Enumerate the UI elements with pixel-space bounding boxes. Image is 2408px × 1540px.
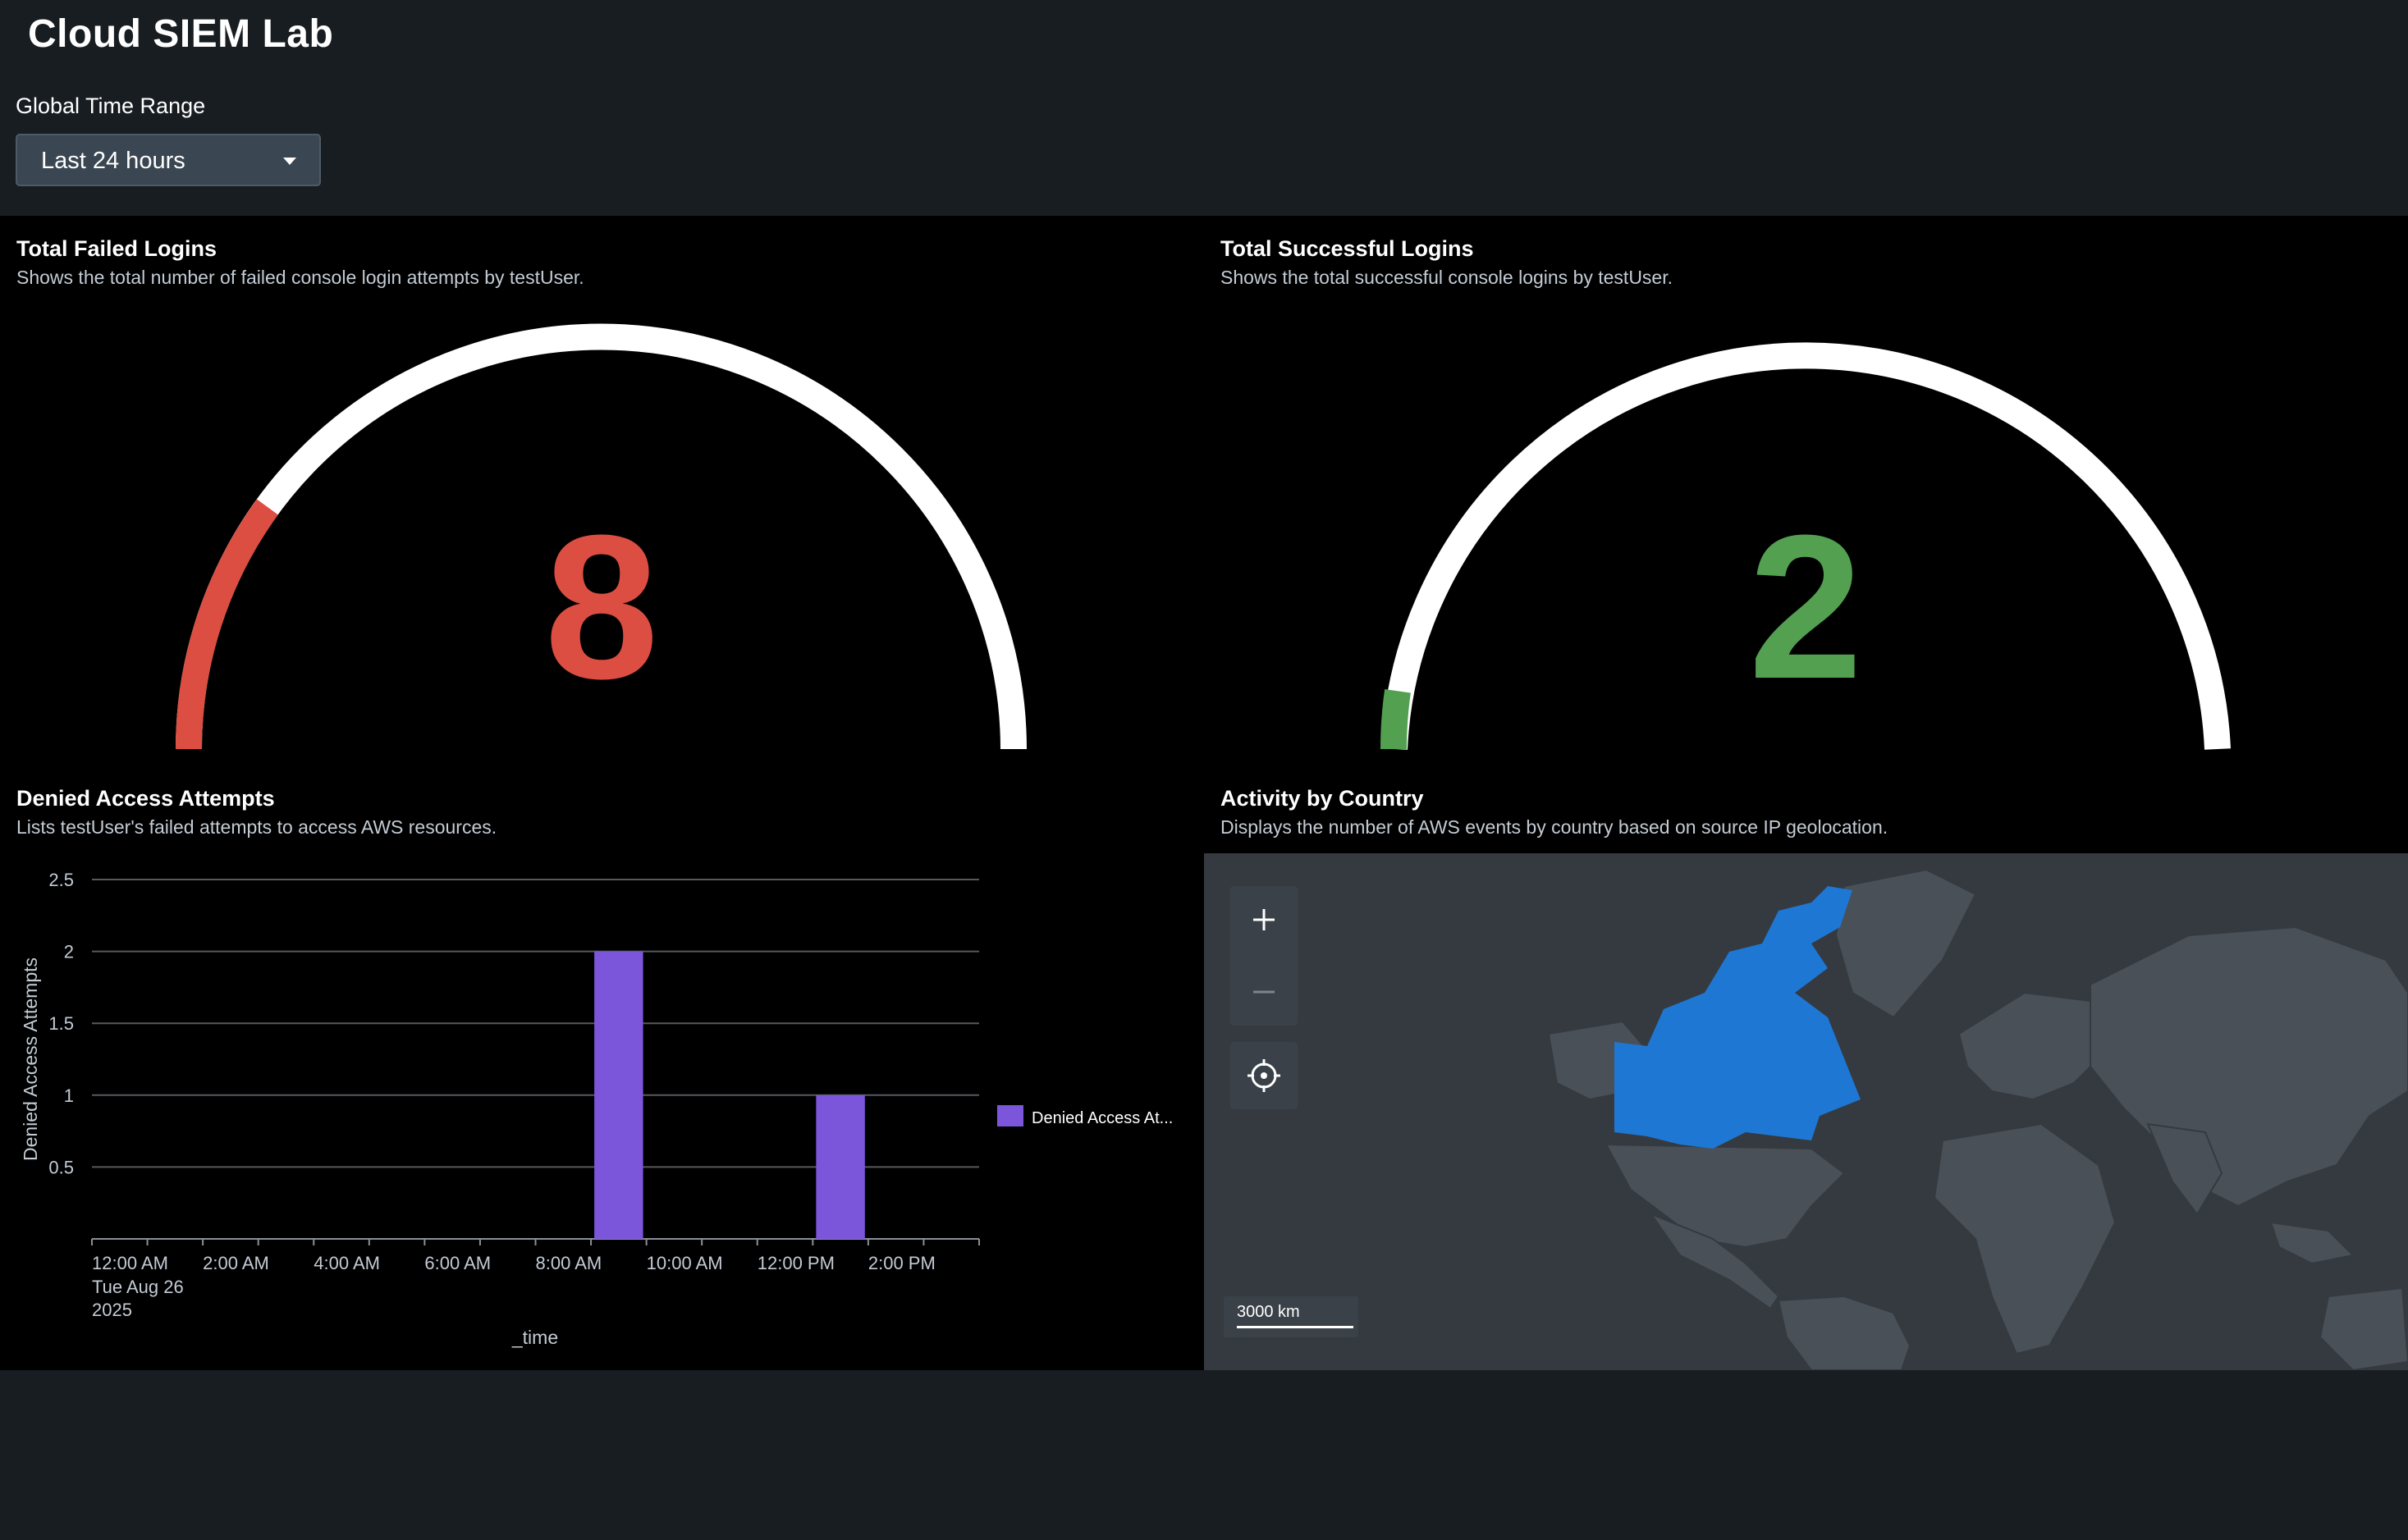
dashboard-header: Cloud SIEM Lab Global Time Range Last 24…	[0, 0, 2408, 216]
x-tick-label: 12:00 AM	[92, 1253, 168, 1273]
map-land-asia	[2090, 925, 2408, 1208]
panel-description: Lists testUser's failed attempts to acce…	[16, 816, 497, 838]
zoom-out-button[interactable]	[1230, 958, 1298, 1026]
map-land-usa	[1605, 1143, 1846, 1249]
failed-logins-panel: Total Failed Logins Shows the total numb…	[0, 216, 1204, 767]
map-zoom-controls	[1230, 886, 1298, 1026]
activity-country-panel: Activity by Country Displays the number …	[1204, 767, 2408, 1370]
time-range-label: Global Time Range	[16, 94, 206, 118]
map-country-canada	[1614, 886, 1861, 1149]
x-tick-label: 12:00 PM	[758, 1253, 835, 1273]
denied-access-panel: Denied Access Attempts Lists testUser's …	[0, 767, 1204, 1370]
map-land-africa	[1933, 1122, 2117, 1355]
panel-title: Denied Access Attempts	[16, 786, 275, 811]
map-land-south-america	[1777, 1295, 1911, 1370]
y-tick-label: 2.5	[48, 870, 74, 890]
zoom-in-button[interactable]	[1230, 886, 1298, 953]
x-tick-label: 4:00 AM	[314, 1253, 380, 1273]
successful-logins-value: 2	[1748, 492, 1863, 721]
y-tick-label: 0.5	[48, 1157, 74, 1177]
world-map-svg	[1547, 868, 2408, 1370]
failed-logins-value: 8	[544, 492, 659, 721]
time-range-value: Last 24 hours	[41, 148, 185, 174]
y-axis-label: Denied Access Attempts	[20, 957, 41, 1161]
minus-icon	[1253, 990, 1275, 994]
chevron-down-icon	[283, 158, 296, 165]
crosshair-icon	[1247, 1059, 1280, 1092]
map-land-australia	[2319, 1286, 2408, 1370]
locate-button[interactable]	[1230, 1042, 1298, 1109]
legend-label: Denied Access At...	[1032, 1109, 1173, 1127]
y-tick-label: 1	[64, 1085, 74, 1106]
empty-dashboard-area	[0, 1370, 2408, 1540]
x-tick-label: 2:00 AM	[203, 1253, 269, 1273]
map-scale: 3000 km	[1224, 1296, 1358, 1337]
plus-icon	[1253, 909, 1275, 930]
map-scale-bar	[1237, 1326, 1353, 1328]
map-land-greenland	[1834, 868, 1977, 1019]
world-map[interactable]: 3000 km	[1204, 853, 2408, 1370]
x-tick-label: 10:00 AM	[647, 1253, 723, 1273]
legend-swatch	[997, 1105, 1023, 1126]
x-tick-label: 6:00 AM	[424, 1253, 491, 1273]
dashboard-title: Cloud SIEM Lab	[28, 12, 334, 56]
map-scale-label: 3000 km	[1237, 1303, 1300, 1321]
time-range-dropdown[interactable]: Last 24 hours	[16, 134, 321, 186]
panel-title: Activity by Country	[1220, 786, 1424, 811]
map-land-se-asia	[2269, 1221, 2355, 1265]
x-tick-sublabel: 2025	[92, 1300, 132, 1320]
x-axis-label: _time	[511, 1327, 558, 1348]
y-tick-label: 1.5	[48, 1013, 74, 1034]
bar	[816, 1094, 865, 1239]
x-tick-sublabel: Tue Aug 26	[92, 1277, 184, 1297]
x-tick-label: 8:00 AM	[536, 1253, 602, 1273]
x-tick-label: 2:00 PM	[868, 1253, 936, 1273]
bar	[594, 951, 643, 1239]
denied-access-chart: 0.5 1 1.5 2 2.5 12:00 AM 2:00 AM 4:00 AM 6:00 AM…	[20, 870, 1173, 1348]
y-tick-label: 2	[64, 942, 74, 962]
map-land-europe	[1957, 991, 2108, 1101]
successful-logins-panel: Total Successful Logins Shows the total …	[1204, 216, 2408, 767]
panel-description: Displays the number of AWS events by cou…	[1220, 816, 1888, 838]
